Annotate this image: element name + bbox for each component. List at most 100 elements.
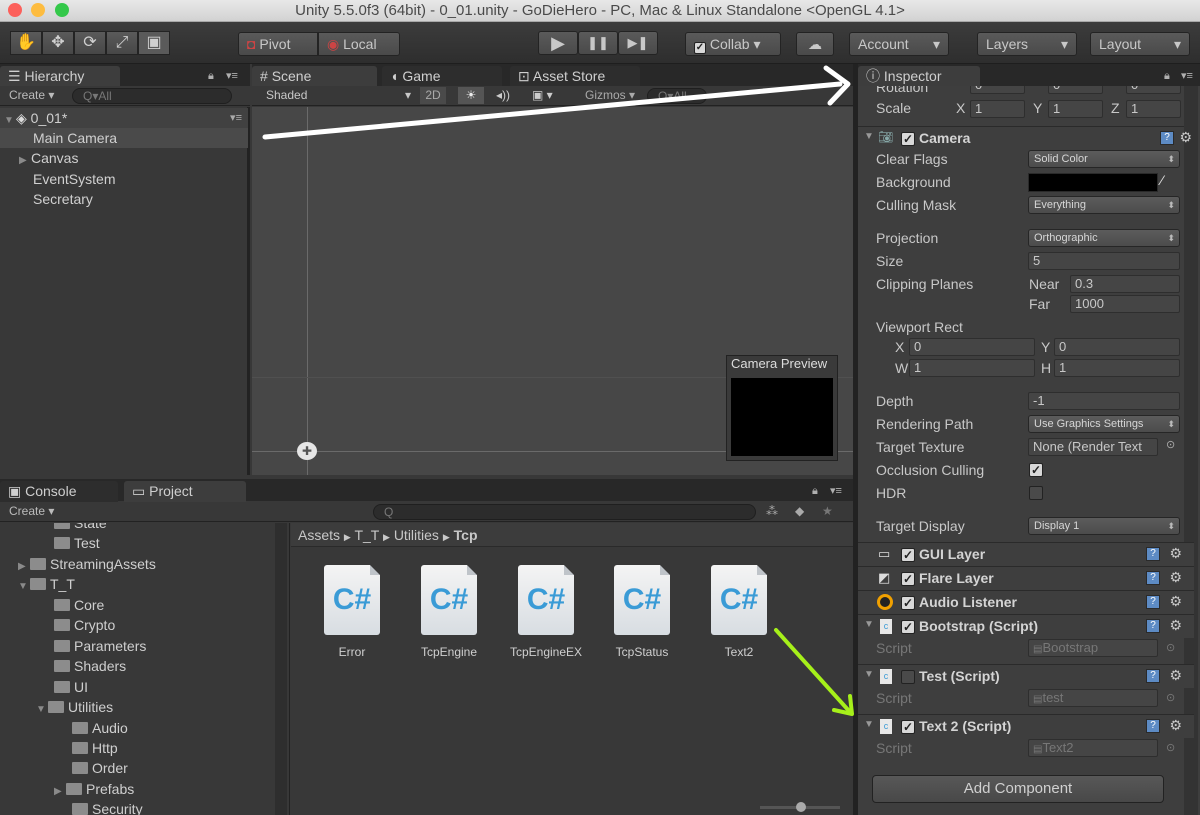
help-book-icon[interactable]: ? (1146, 595, 1160, 609)
projection-dropdown[interactable]: Orthographic (1028, 229, 1180, 247)
lock-icon[interactable]: 🔒︎ (812, 485, 818, 498)
lock-icon[interactable]: 🔒︎ (1164, 70, 1170, 83)
panel-menu-icon[interactable]: ▾≡ (830, 484, 842, 497)
test-script-header[interactable]: ▼ c Test (Script) ? ⚙ (858, 664, 1194, 688)
rotation-x-field[interactable]: 0 (970, 86, 1025, 94)
account-dropdown[interactable]: Account ▾ (849, 32, 949, 56)
local-toggle[interactable]: ◉ Local (318, 32, 400, 56)
tree-folder-t-t[interactable]: ▼ T_T (18, 574, 75, 594)
tree-folder-state[interactable]: State (54, 523, 107, 533)
tab-inspector[interactable]: ⓘ Inspector (858, 66, 980, 87)
gear-icon[interactable]: ⚙ (1179, 129, 1192, 146)
file-error-icon[interactable]: C# (324, 565, 380, 635)
tree-folder-streamingassets[interactable]: ▶ StreamingAssets (18, 554, 156, 574)
scene-menu-icon[interactable]: ▾≡ (230, 108, 242, 128)
lock-icon[interactable]: 🔒︎ (208, 70, 214, 83)
object-picker-icon[interactable]: ⊙ (1166, 438, 1175, 451)
gear-icon[interactable]: ⚙ (1169, 545, 1182, 562)
tree-folder-prefabs[interactable]: ▶ Prefabs (54, 779, 134, 799)
tree-folder-shaders[interactable]: Shaders (54, 656, 126, 676)
favorite-star-icon[interactable]: ★ (822, 502, 833, 521)
add-component-button[interactable]: Add Component (872, 775, 1164, 803)
help-book-icon[interactable]: ? (1146, 547, 1160, 561)
scale-x-field[interactable]: 1 (970, 100, 1025, 118)
tree-folder-security[interactable]: Security (72, 799, 143, 815)
eyedropper-icon[interactable]: ⁄ (1161, 172, 1163, 188)
collab-dropdown[interactable]: ✓ Collab ▾ (685, 32, 781, 56)
breadcrumb-item[interactable]: Assets (298, 527, 340, 543)
rendering-path-dropdown[interactable]: Use Graphics Settings (1028, 415, 1180, 433)
tree-folder-audio[interactable]: Audio (72, 718, 128, 738)
icon-size-slider-thumb[interactable] (796, 802, 806, 812)
gear-icon[interactable]: ⚙ (1169, 593, 1182, 610)
2d-toggle[interactable]: 2D (420, 87, 446, 104)
collapse-triangle-icon[interactable]: ▼ (36, 700, 48, 720)
file-tcpstatus-icon[interactable]: C# (614, 565, 670, 635)
far-field[interactable]: 1000 (1070, 295, 1180, 313)
minimize-window-button[interactable] (31, 3, 45, 17)
inspector-scrollbar[interactable] (1184, 86, 1198, 815)
layers-dropdown[interactable]: Layers ▾ (977, 32, 1077, 56)
rotation-y-field[interactable]: 0 (1048, 86, 1103, 94)
project-create-button[interactable]: Create ▾ (9, 502, 54, 521)
hierarchy-item-eventsystem[interactable]: EventSystem (0, 169, 248, 189)
clear-flags-dropdown[interactable]: Solid Color (1028, 150, 1180, 168)
depth-field[interactable]: -1 (1028, 392, 1180, 410)
breadcrumb-item[interactable]: Tcp (454, 527, 478, 543)
tree-scrollbar[interactable] (275, 523, 287, 815)
tab-hierarchy[interactable]: ☰ Hierarchy (0, 66, 120, 87)
tab-asset-store[interactable]: ⊡ Asset Store (510, 66, 640, 87)
collapse-triangle-icon[interactable]: ▼ (864, 619, 874, 630)
maximize-window-button[interactable] (55, 3, 69, 17)
bootstrap-script-header[interactable]: ▼ c ✓ Bootstrap (Script) ? ⚙ (858, 614, 1194, 638)
viewport-w-field[interactable]: 1 (909, 359, 1035, 377)
breadcrumb-item[interactable]: T_T (354, 527, 379, 543)
object-picker-icon[interactable]: ⊙ (1166, 741, 1175, 754)
help-book-icon[interactable]: ? (1146, 619, 1160, 633)
pause-button[interactable]: ❚❚ (578, 31, 618, 55)
move-tool-icon[interactable]: ✥ (42, 31, 74, 55)
scale-z-field[interactable]: 1 (1126, 100, 1181, 118)
panel-menu-icon[interactable]: ▾≡ (1181, 69, 1193, 82)
effects-image-icon[interactable]: ▣ ▾ (532, 86, 553, 105)
gear-icon[interactable]: ⚙ (1169, 717, 1182, 734)
help-book-icon[interactable]: ? (1160, 131, 1174, 145)
collapse-triangle-icon[interactable]: ▼ (864, 131, 874, 142)
tree-folder-core[interactable]: Core (54, 595, 104, 615)
object-picker-icon[interactable]: ⊙ (1166, 641, 1175, 654)
panel-menu-icon[interactable]: ▾≡ (226, 69, 238, 82)
gear-icon[interactable]: ⚙ (1169, 667, 1182, 684)
gizmos-dropdown[interactable]: Gizmos ▾ (585, 86, 635, 105)
collapse-triangle-icon[interactable]: ▼ (864, 719, 874, 730)
hierarchy-search-input[interactable]: Q▾All (72, 88, 232, 104)
filter-label-icon[interactable]: ◆ (795, 502, 804, 521)
expand-triangle-icon[interactable]: ▶ (19, 151, 31, 171)
layout-dropdown[interactable]: Layout ▾ (1090, 32, 1190, 56)
near-field[interactable]: 0.3 (1070, 275, 1180, 293)
scene-viewport[interactable]: ✚ Camera Preview (252, 107, 853, 475)
size-field[interactable]: 5 (1028, 252, 1180, 270)
object-picker-icon[interactable]: ⊙ (1166, 691, 1175, 704)
canvas-origin-gizmo-icon[interactable]: ✚ (297, 442, 317, 460)
hierarchy-item-main-camera[interactable]: Main Camera (0, 128, 248, 148)
cloud-icon[interactable]: ☁ (796, 32, 834, 56)
flare-layer-component-header[interactable]: ◩ ✓ Flare Layer ? ⚙ (858, 566, 1194, 590)
text2-enabled-checkbox[interactable]: ✓ (901, 720, 915, 734)
hierarchy-create-button[interactable]: Create ▾ (9, 86, 54, 105)
help-book-icon[interactable]: ? (1146, 719, 1160, 733)
hierarchy-item-secretary[interactable]: Secretary (0, 189, 248, 209)
close-window-button[interactable] (8, 3, 22, 17)
collapse-triangle-icon[interactable]: ▼ (18, 577, 30, 597)
help-book-icon[interactable]: ? (1146, 669, 1160, 683)
viewport-h-field[interactable]: 1 (1054, 359, 1180, 377)
hdr-checkbox[interactable] (1029, 486, 1043, 500)
file-tcpengine-icon[interactable]: C# (421, 565, 477, 635)
tree-folder-crypto[interactable]: Crypto (54, 615, 115, 635)
bootstrap-enabled-checkbox[interactable]: ✓ (901, 620, 915, 634)
lighting-sun-icon[interactable]: ☀ (458, 87, 484, 104)
filter-type-icon[interactable]: ⁂ (766, 502, 778, 521)
rotation-z-field[interactable]: 0 (1126, 86, 1181, 94)
gui-layer-enabled-checkbox[interactable]: ✓ (901, 548, 915, 562)
tab-game[interactable]: ◖ Game (382, 66, 502, 87)
project-search-input[interactable]: Q (373, 504, 756, 520)
